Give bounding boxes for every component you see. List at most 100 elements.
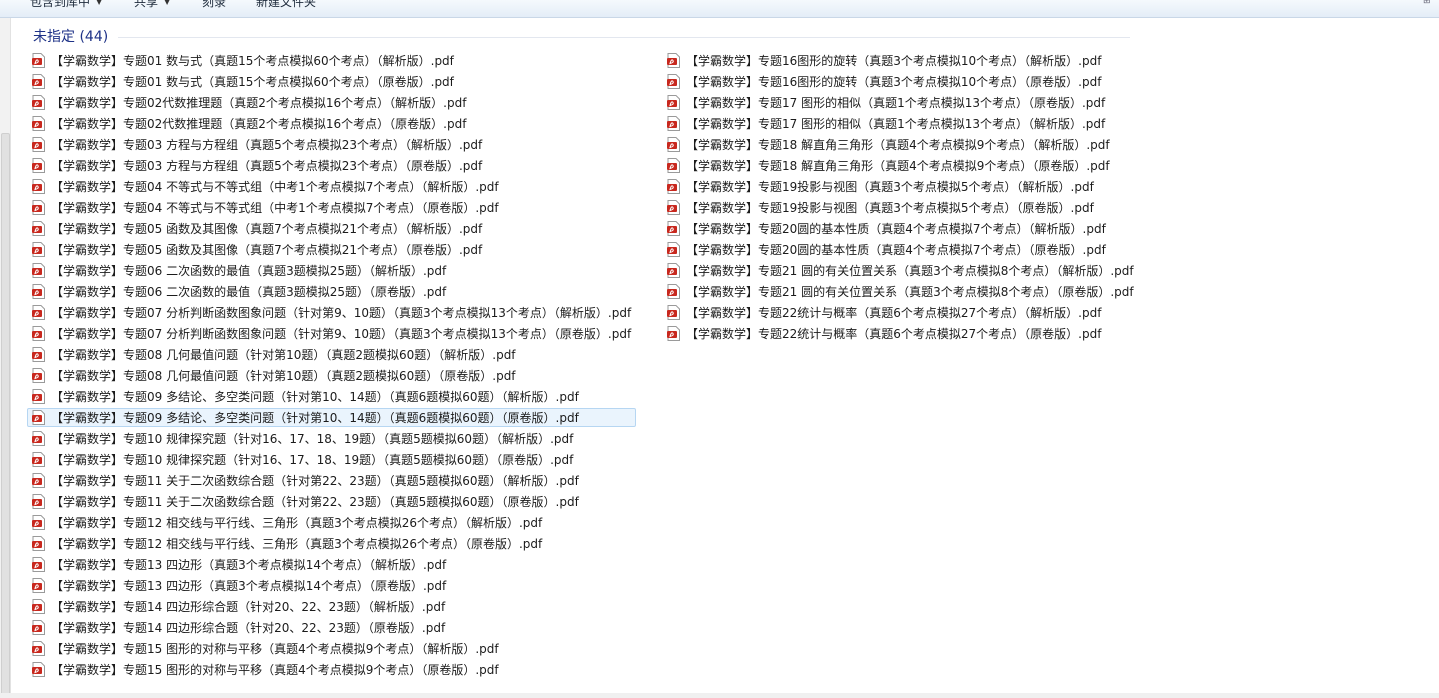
file-name: 【学霸数学】专题08 几何最值问题（针对第10题）（真题2题模拟60题）（解析版… bbox=[51, 348, 516, 362]
file-name: 【学霸数学】专题08 几何最值问题（针对第10题）（真题2题模拟60题）（原卷版… bbox=[51, 369, 516, 383]
file-item[interactable]: 【学霸数学】专题20圆的基本性质（真题4个考点模拟7个考点）（解析版）.pdf bbox=[662, 219, 1139, 238]
file-item[interactable]: 【学霸数学】专题04 不等式与不等式组（中考1个考点模拟7个考点）（原卷版）.p… bbox=[27, 198, 636, 217]
pdf-icon bbox=[32, 515, 45, 530]
new-folder-button[interactable]: 新建文件夹 bbox=[256, 0, 316, 10]
file-item[interactable]: 【学霸数学】专题04 不等式与不等式组（中考1个考点模拟7个考点）（解析版）.p… bbox=[27, 177, 636, 196]
file-item[interactable]: 【学霸数学】专题03 方程与方程组（真题5个考点模拟23个考点）（原卷版）.pd… bbox=[27, 156, 636, 175]
file-item[interactable]: 【学霸数学】专题09 多结论、多空类问题（针对第10、14题）（真题6题模拟60… bbox=[27, 408, 637, 427]
pdf-icon bbox=[32, 263, 45, 278]
file-item[interactable]: 【学霸数学】专题12 相交线与平行线、三角形（真题3个考点模拟26个考点）（原卷… bbox=[27, 534, 636, 553]
file-name: 【学霸数学】专题05 函数及其图像（真题7个考点模拟21个考点）（原卷版）.pd… bbox=[51, 243, 483, 257]
include-in-library-label: 包含到库中 bbox=[30, 0, 91, 9]
pdf-icon bbox=[667, 221, 680, 236]
pdf-icon bbox=[32, 410, 45, 425]
view-options-icon[interactable]: ⊞ bbox=[1423, 0, 1435, 6]
file-item[interactable]: 【学霸数学】专题18 解直角三角形（真题4个考点模拟9个考点）（解析版）.pdf bbox=[662, 135, 1139, 154]
file-name: 【学霸数学】专题20圆的基本性质（真题4个考点模拟7个考点）（原卷版）.pdf bbox=[686, 243, 1106, 257]
file-item[interactable]: 【学霸数学】专题21 圆的有关位置关系（真题3个考点模拟8个考点）（原卷版）.p… bbox=[662, 282, 1139, 301]
file-item[interactable]: 【学霸数学】专题01 数与式（真题15个考点模拟60个考点）（原卷版）.pdf bbox=[27, 72, 636, 91]
file-item[interactable]: 【学霸数学】专题10 规律探究题（针对16、17、18、19题）（真题5题模拟6… bbox=[27, 429, 636, 448]
file-name: 【学霸数学】专题13 四边形（真题3个考点模拟14个考点）（解析版）.pdf bbox=[51, 558, 447, 572]
pdf-icon bbox=[667, 305, 680, 320]
file-item[interactable]: 【学霸数学】专题06 二次函数的最值（真题3题模拟25题）（解析版）.pdf bbox=[27, 261, 636, 280]
file-name: 【学霸数学】专题12 相交线与平行线、三角形（真题3个考点模拟26个考点）（原卷… bbox=[51, 537, 543, 551]
pdf-icon bbox=[32, 662, 45, 677]
pdf-icon bbox=[667, 116, 680, 131]
pdf-icon bbox=[32, 242, 45, 257]
pdf-icon bbox=[667, 263, 680, 278]
pdf-icon bbox=[32, 116, 45, 131]
file-name: 【学霸数学】专题03 方程与方程组（真题5个考点模拟23个考点）（原卷版）.pd… bbox=[51, 159, 483, 173]
file-name: 【学霸数学】专题04 不等式与不等式组（中考1个考点模拟7个考点）（解析版）.p… bbox=[51, 180, 499, 194]
file-name: 【学霸数学】专题15 图形的对称与平移（真题4个考点模拟9个考点）（解析版）.p… bbox=[51, 642, 499, 656]
file-item[interactable]: 【学霸数学】专题16图形的旋转（真题3个考点模拟10个考点）（原卷版）.pdf bbox=[662, 72, 1139, 91]
file-name: 【学霸数学】专题02代数推理题（真题2个考点模拟16个考点）（解析版）.pdf bbox=[51, 96, 467, 110]
file-item[interactable]: 【学霸数学】专题18 解直角三角形（真题4个考点模拟9个考点）（原卷版）.pdf bbox=[662, 156, 1139, 175]
pdf-icon bbox=[32, 620, 45, 635]
file-item[interactable]: 【学霸数学】专题22统计与概率（真题6个考点模拟27个考点）（原卷版）.pdf bbox=[662, 324, 1139, 343]
file-item[interactable]: 【学霸数学】专题19投影与视图（真题3个考点模拟5个考点）（原卷版）.pdf bbox=[662, 198, 1139, 217]
pdf-icon bbox=[667, 137, 680, 152]
file-item[interactable]: 【学霸数学】专题03 方程与方程组（真题5个考点模拟23个考点）（解析版）.pd… bbox=[27, 135, 636, 154]
pdf-icon bbox=[32, 368, 45, 383]
file-name: 【学霸数学】专题22统计与概率（真题6个考点模拟27个考点）（解析版）.pdf bbox=[686, 306, 1102, 320]
file-name: 【学霸数学】专题14 四边形综合题（针对20、22、23题）（原卷版）.pdf bbox=[51, 621, 446, 635]
file-item[interactable]: 【学霸数学】专题20圆的基本性质（真题4个考点模拟7个考点）（原卷版）.pdf bbox=[662, 240, 1139, 259]
file-item[interactable]: 【学霸数学】专题17 图形的相似（真题1个考点模拟13个考点）（解析版）.pdf bbox=[662, 114, 1139, 133]
pdf-icon bbox=[32, 389, 45, 404]
file-item[interactable]: 【学霸数学】专题12 相交线与平行线、三角形（真题3个考点模拟26个考点）（解析… bbox=[27, 513, 636, 532]
group-header[interactable]: 未指定 (44) bbox=[33, 27, 108, 47]
burn-label: 刻录 bbox=[202, 0, 227, 9]
file-item[interactable]: 【学霸数学】专题13 四边形（真题3个考点模拟14个考点）（解析版）.pdf bbox=[27, 555, 636, 574]
file-item[interactable]: 【学霸数学】专题14 四边形综合题（针对20、22、23题）（解析版）.pdf bbox=[27, 597, 636, 616]
file-name: 【学霸数学】专题06 二次函数的最值（真题3题模拟25题）（解析版）.pdf bbox=[51, 264, 447, 278]
file-name: 【学霸数学】专题01 数与式（真题15个考点模拟60个考点）（解析版）.pdf bbox=[51, 54, 454, 68]
file-item[interactable]: 【学霸数学】专题17 图形的相似（真题1个考点模拟13个考点）（原卷版）.pdf bbox=[662, 93, 1139, 112]
file-item[interactable]: 【学霸数学】专题11 关于二次函数综合题（针对第22、23题）（真题5题模拟60… bbox=[27, 471, 636, 490]
file-name: 【学霸数学】专题21 圆的有关位置关系（真题3个考点模拟8个考点）（解析版）.p… bbox=[686, 264, 1134, 278]
file-item[interactable]: 【学霸数学】专题21 圆的有关位置关系（真题3个考点模拟8个考点）（解析版）.p… bbox=[662, 261, 1139, 280]
file-item[interactable]: 【学霸数学】专题02代数推理题（真题2个考点模拟16个考点）（原卷版）.pdf bbox=[27, 114, 636, 133]
file-item[interactable]: 【学霸数学】专题19投影与视图（真题3个考点模拟5个考点）（解析版）.pdf bbox=[662, 177, 1139, 196]
file-name: 【学霸数学】专题18 解直角三角形（真题4个考点模拟9个考点）（解析版）.pdf bbox=[686, 138, 1110, 152]
file-item[interactable]: 【学霸数学】专题11 关于二次函数综合题（针对第22、23题）（真题5题模拟60… bbox=[27, 492, 636, 511]
file-item[interactable]: 【学霸数学】专题07 分析判断函数图象问题（针对第9、10题）（真题3个考点模拟… bbox=[27, 324, 636, 343]
share-label: 共享 bbox=[134, 0, 159, 9]
file-item[interactable]: 【学霸数学】专题01 数与式（真题15个考点模拟60个考点）（解析版）.pdf bbox=[27, 51, 636, 70]
pdf-icon bbox=[667, 158, 680, 173]
file-name: 【学霸数学】专题20圆的基本性质（真题4个考点模拟7个考点）（解析版）.pdf bbox=[686, 222, 1106, 236]
file-name: 【学霸数学】专题11 关于二次函数综合题（针对第22、23题）（真题5题模拟60… bbox=[51, 495, 579, 509]
file-item[interactable]: 【学霸数学】专题16图形的旋转（真题3个考点模拟10个考点）（解析版）.pdf bbox=[662, 51, 1139, 70]
left-scrollbar[interactable] bbox=[0, 18, 11, 695]
file-item[interactable]: 【学霸数学】专题06 二次函数的最值（真题3题模拟25题）（原卷版）.pdf bbox=[27, 282, 636, 301]
file-item[interactable]: 【学霸数学】专题05 函数及其图像（真题7个考点模拟21个考点）（原卷版）.pd… bbox=[27, 240, 636, 259]
file-name: 【学霸数学】专题07 分析判断函数图象问题（针对第9、10题）（真题3个考点模拟… bbox=[51, 306, 632, 320]
pdf-icon bbox=[32, 557, 45, 572]
file-item[interactable]: 【学霸数学】专题08 几何最值问题（针对第10题）（真题2题模拟60题）（解析版… bbox=[27, 345, 636, 364]
file-name: 【学霸数学】专题18 解直角三角形（真题4个考点模拟9个考点）（原卷版）.pdf bbox=[686, 159, 1110, 173]
burn-button[interactable]: 刻录 bbox=[202, 0, 226, 10]
file-name: 【学霸数学】专题05 函数及其图像（真题7个考点模拟21个考点）（解析版）.pd… bbox=[51, 222, 483, 236]
file-item[interactable]: 【学霸数学】专题05 函数及其图像（真题7个考点模拟21个考点）（解析版）.pd… bbox=[27, 219, 636, 238]
file-item[interactable]: 【学霸数学】专题14 四边形综合题（针对20、22、23题）（原卷版）.pdf bbox=[27, 618, 636, 637]
file-item[interactable]: 【学霸数学】专题22统计与概率（真题6个考点模拟27个考点）（解析版）.pdf bbox=[662, 303, 1139, 322]
file-item[interactable]: 【学霸数学】专题08 几何最值问题（针对第10题）（真题2题模拟60题）（原卷版… bbox=[27, 366, 636, 385]
pdf-icon bbox=[32, 53, 45, 68]
pdf-icon bbox=[667, 200, 680, 215]
file-name: 【学霸数学】专题09 多结论、多空类问题（针对第10、14题）（真题6题模拟60… bbox=[51, 390, 579, 404]
scrollbar-thumb[interactable] bbox=[1, 133, 10, 695]
file-item[interactable]: 【学霸数学】专题15 图形的对称与平移（真题4个考点模拟9个考点）（原卷版）.p… bbox=[27, 660, 636, 679]
file-item[interactable]: 【学霸数学】专题13 四边形（真题3个考点模拟14个考点）（原卷版）.pdf bbox=[27, 576, 636, 595]
file-item[interactable]: 【学霸数学】专题02代数推理题（真题2个考点模拟16个考点）（解析版）.pdf bbox=[27, 93, 636, 112]
file-name: 【学霸数学】专题11 关于二次函数综合题（针对第22、23题）（真题5题模拟60… bbox=[51, 474, 579, 488]
file-name: 【学霸数学】专题15 图形的对称与平移（真题4个考点模拟9个考点）（原卷版）.p… bbox=[51, 663, 499, 677]
include-in-library-button[interactable]: 包含到库中 ▼ bbox=[30, 0, 102, 10]
file-item[interactable]: 【学霸数学】专题10 规律探究题（针对16、17、18、19题）（真题5题模拟6… bbox=[27, 450, 636, 469]
share-button[interactable]: 共享 ▼ bbox=[134, 0, 170, 10]
file-item[interactable]: 【学霸数学】专题15 图形的对称与平移（真题4个考点模拟9个考点）（解析版）.p… bbox=[27, 639, 636, 658]
file-name: 【学霸数学】专题16图形的旋转（真题3个考点模拟10个考点）（原卷版）.pdf bbox=[686, 75, 1102, 89]
file-name: 【学霸数学】专题10 规律探究题（针对16、17、18、19题）（真题5题模拟6… bbox=[51, 453, 574, 467]
file-item[interactable]: 【学霸数学】专题07 分析判断函数图象问题（针对第9、10题）（真题3个考点模拟… bbox=[27, 303, 636, 322]
file-item[interactable]: 【学霸数学】专题09 多结论、多空类问题（针对第10、14题）（真题6题模拟60… bbox=[27, 387, 636, 406]
file-name: 【学霸数学】专题07 分析判断函数图象问题（针对第9、10题）（真题3个考点模拟… bbox=[51, 327, 632, 341]
